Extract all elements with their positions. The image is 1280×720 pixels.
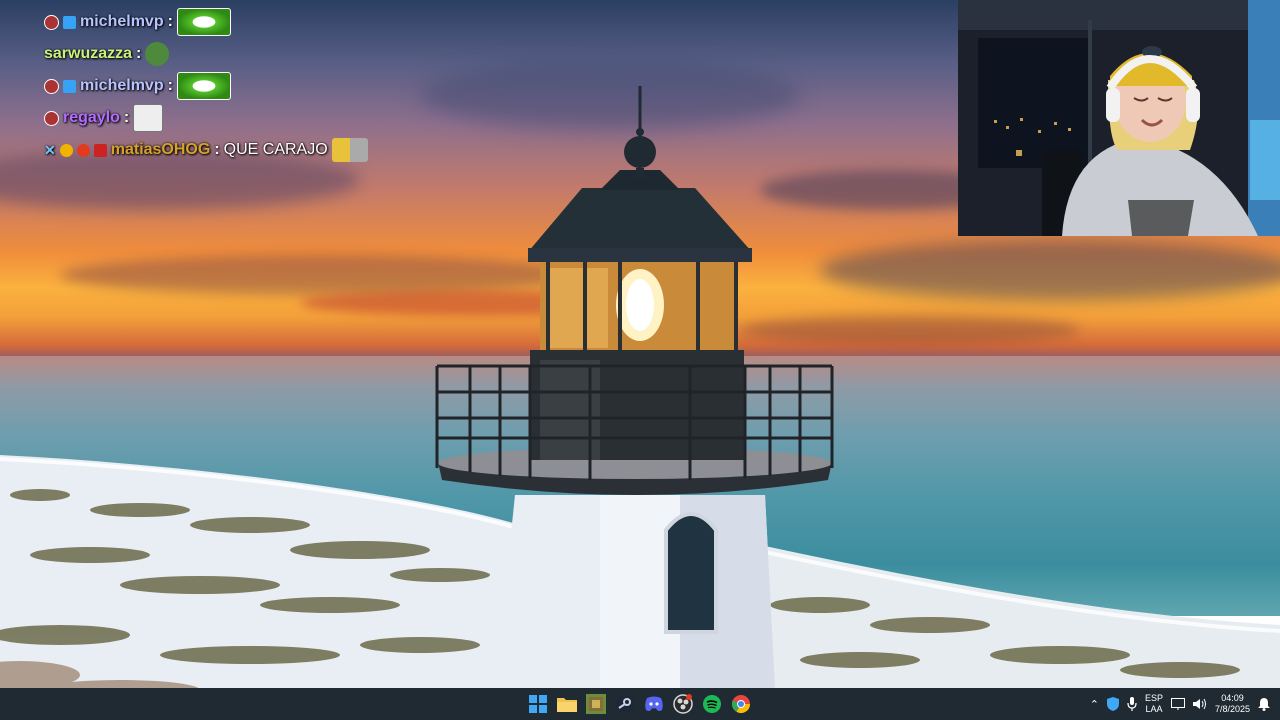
prime-badge-icon — [63, 15, 76, 29]
paper-cat-emote — [133, 104, 164, 132]
chrome-icon — [731, 695, 750, 714]
minecraft-launcher-button[interactable] — [584, 692, 608, 716]
chat-separator: : — [214, 141, 220, 158]
red-badge-icon — [76, 143, 90, 157]
chat-separator: : — [123, 109, 130, 126]
microphone-icon[interactable] — [1127, 697, 1137, 711]
show-hidden-icons-chevron-icon[interactable]: ⌃ — [1090, 698, 1099, 711]
chat-username: sarwuzazza — [44, 45, 133, 62]
discord-button[interactable] — [642, 692, 666, 716]
notification-bell-icon[interactable] — [1258, 697, 1270, 711]
badge-icon — [44, 14, 59, 30]
steam-button[interactable] — [613, 692, 637, 716]
chat-username: regaylo — [63, 109, 120, 126]
network-monitor-icon[interactable] — [1170, 698, 1185, 710]
system-tray: ⌃ ESP LAA 04:09 7/8/2025 — [1090, 688, 1270, 720]
file-explorer-button[interactable] — [555, 692, 579, 716]
chat-username: michelmvp — [80, 77, 164, 94]
security-shield-icon[interactable] — [1106, 697, 1119, 711]
stream-chat-overlay: michelmvp: sarwuzazza: michelmvp: regayl… — [44, 6, 444, 166]
chat-message: ✕ matiasOHOG: QUE CARAJO — [44, 134, 444, 166]
chat-username: matiasOHOG — [110, 141, 211, 158]
chat-message: michelmvp: — [44, 6, 444, 38]
webcam-feed — [958, 0, 1280, 236]
windows-logo-icon — [529, 695, 547, 713]
volume-icon[interactable] — [1192, 698, 1207, 710]
pepe-emote — [145, 42, 170, 66]
chat-separator: : — [167, 77, 173, 94]
sword-badge-icon: ✕ — [44, 141, 56, 158]
streamer-webcam — [958, 0, 1280, 236]
windows-start-button[interactable] — [526, 692, 550, 716]
prime-badge-icon — [63, 79, 76, 93]
green-smile-emote — [176, 8, 231, 36]
spotify-icon — [703, 695, 721, 713]
steam-icon — [616, 695, 634, 713]
green-smile-emote — [176, 72, 231, 100]
square-badge-icon — [93, 143, 107, 157]
windows-taskbar: ⌃ ESP LAA 04:09 7/8/2025 — [0, 688, 1280, 720]
folder-icon — [557, 698, 577, 712]
clock[interactable]: 04:09 7/8/2025 — [1215, 693, 1250, 715]
discord-icon — [645, 696, 663, 711]
minecraft-icon — [586, 694, 606, 714]
obs-icon — [673, 694, 693, 714]
chat-message: sarwuzazza: — [44, 38, 444, 70]
chat-message: regaylo: — [44, 102, 444, 134]
spotify-button[interactable] — [700, 692, 724, 716]
badge-icon — [44, 110, 59, 126]
taskbar-apps — [526, 688, 753, 720]
yellow-cat-emote — [331, 138, 368, 162]
keyboard-layout-label: LAA — [1145, 704, 1163, 714]
clock-date: 7/8/2025 — [1214, 704, 1250, 714]
obs-button[interactable] — [671, 692, 695, 716]
chat-separator: : — [167, 13, 173, 30]
chat-text: QUE CARAJO — [223, 141, 328, 158]
chat-username: michelmvp — [80, 13, 164, 30]
chat-message: michelmvp: — [44, 70, 444, 102]
clock-time: 04:09 — [1221, 693, 1244, 703]
chat-separator: : — [136, 45, 142, 62]
chrome-button[interactable] — [729, 692, 753, 716]
badge-icon — [44, 78, 59, 94]
language-label: ESP — [1144, 693, 1163, 703]
gold-badge-icon — [59, 143, 73, 157]
input-language-indicator[interactable]: ESP LAA — [1145, 693, 1163, 715]
